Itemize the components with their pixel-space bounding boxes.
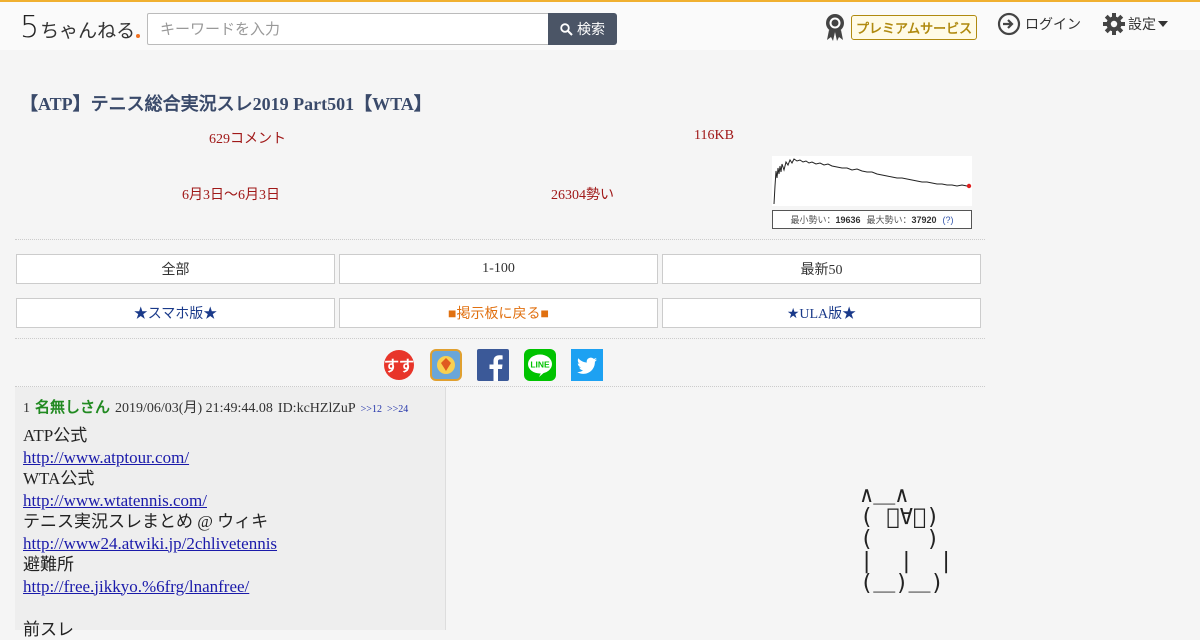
show-latest-button[interactable]: 最新50 xyxy=(662,254,981,284)
caret-down-icon xyxy=(1158,20,1168,28)
search-button-label: 検索 xyxy=(577,19,605,39)
post-header: 1 名無しさん 2019/06/03(月) 21:49:44.08 ID:kcH… xyxy=(23,396,408,417)
post-body: ATP公式 http://www.atptour.com/ WTA公式 http… xyxy=(23,425,277,640)
momentum-stats: 最小勢い：19636 最大勢い：37920 (?) xyxy=(772,210,972,229)
post-id[interactable]: ID:kcHZlZuP xyxy=(278,401,356,417)
search-button[interactable]: 検索 xyxy=(548,13,617,45)
award-icon xyxy=(823,12,847,42)
thread-size: 116KB xyxy=(694,128,734,144)
poster-name: 名無しさん xyxy=(35,396,110,417)
post-link[interactable]: http://www.wtatennis.com/ xyxy=(23,490,277,512)
momentum-line xyxy=(774,159,969,204)
premium-badge: プレミアムサービス xyxy=(851,15,977,40)
premium-service-link[interactable]: プレミアムサービス xyxy=(823,12,977,42)
line-logo-text: LINE xyxy=(530,360,550,370)
logo-dot xyxy=(136,34,140,38)
post-link[interactable]: http://free.jikkyo.%6frg/lnanfree/ xyxy=(23,576,277,598)
twitter-icon[interactable] xyxy=(571,349,603,381)
post-text: 避難所 xyxy=(23,554,277,576)
comment-count: 629コメント xyxy=(209,128,286,148)
login-link[interactable]: ログイン xyxy=(997,12,1081,36)
gear-icon xyxy=(1102,12,1126,36)
logo-text: ちゃんねる xyxy=(40,20,135,42)
post-number[interactable]: 1 xyxy=(23,401,30,417)
settings-label: 設定 xyxy=(1128,14,1156,34)
ula-version-button[interactable]: ★ULA版★ xyxy=(662,298,981,328)
reply-ref[interactable]: >>24 xyxy=(387,404,408,415)
logo-digit: 5 xyxy=(20,14,39,42)
momentum-graph xyxy=(772,156,972,206)
settings-menu[interactable]: 設定 xyxy=(1102,12,1168,36)
divider xyxy=(15,338,985,339)
sumasu-icon[interactable]: すす xyxy=(383,349,415,381)
post-text xyxy=(23,597,277,619)
min-momentum: 最小勢い：19636 xyxy=(790,213,860,226)
login-icon xyxy=(997,12,1021,36)
show-all-button[interactable]: 全部 xyxy=(16,254,335,284)
back-to-board-button[interactable]: ■掲示板に戻る■ xyxy=(339,298,658,328)
post-text: 前スレ xyxy=(23,619,277,640)
bookmark-icon[interactable] xyxy=(430,349,462,381)
thread-momentum: 26304勢い xyxy=(551,184,614,204)
facebook-icon[interactable] xyxy=(477,349,509,381)
svg-text:すす: すす xyxy=(384,357,414,375)
search-input[interactable] xyxy=(147,13,549,45)
momentum-help-link[interactable]: (?) xyxy=(943,215,954,225)
top-bar: 5 ちゃんねる 検索 プレミアムサービス ログイン xyxy=(0,0,1200,50)
ascii-art-cat: ∧＿∧ ( ﾟ∀ﾟ) ( ) | | | (＿)＿) xyxy=(860,485,953,595)
post-link[interactable]: http://www24.atwiki.jp/2chlivetennis xyxy=(23,533,277,555)
line-icon[interactable]: LINE xyxy=(524,349,556,381)
post-text: テニス実況スレまとめ @ ウィキ xyxy=(23,511,277,533)
post-date: 2019/06/03(月) 21:49:44.08 xyxy=(115,397,273,417)
reply-ref[interactable]: >>12 xyxy=(361,404,382,415)
divider xyxy=(15,239,985,240)
post-text: ATP公式 xyxy=(23,425,277,447)
momentum-current-point xyxy=(967,184,971,188)
post-text: WTA公式 xyxy=(23,468,277,490)
login-label: ログイン xyxy=(1025,14,1081,34)
post-link[interactable]: http://www.atptour.com/ xyxy=(23,447,277,469)
show-range-button[interactable]: 1-100 xyxy=(339,254,658,284)
thread-title: 【ATP】テニス総合実況スレ2019 Part501【WTA】 xyxy=(20,90,432,116)
max-momentum: 最大勢い：37920 xyxy=(867,213,937,226)
smartphone-version-button[interactable]: ★スマホ版★ xyxy=(16,298,335,328)
search-icon xyxy=(560,23,573,36)
thread-dates: 6月3日〜6月3日 xyxy=(182,184,280,204)
post: 1 名無しさん 2019/06/03(月) 21:49:44.08 ID:kcH… xyxy=(15,387,446,630)
site-logo[interactable]: 5 ちゃんねる xyxy=(20,12,140,42)
